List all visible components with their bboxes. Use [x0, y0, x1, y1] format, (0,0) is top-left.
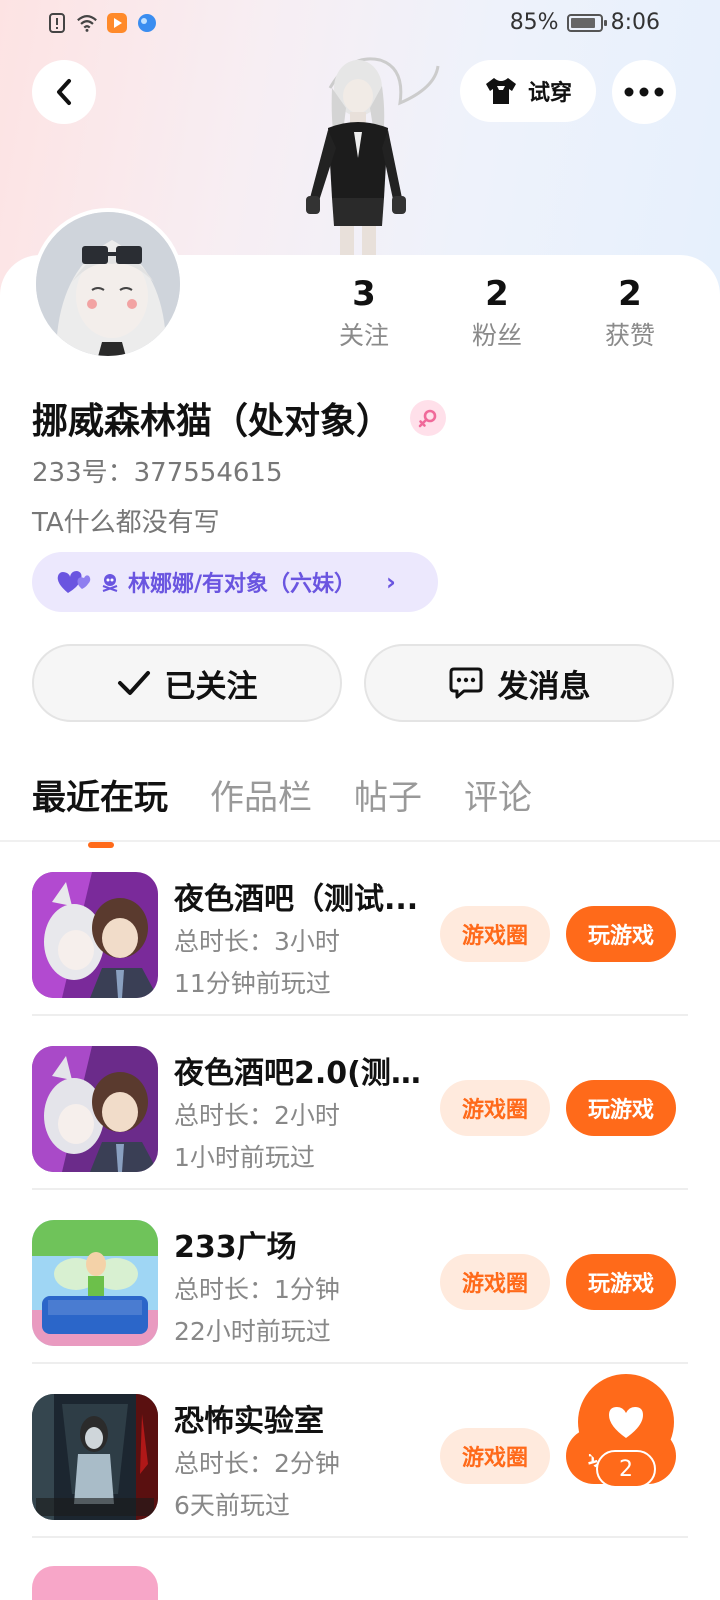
stat-fans-label: 粉丝: [471, 321, 522, 350]
profile-tabs: 最近在玩 作品栏 帖子 评论: [32, 770, 532, 848]
game-last-played: 22小时前玩过: [174, 1317, 331, 1346]
user-bio: TA什么都没有写: [32, 508, 220, 538]
clock: 8:06: [610, 10, 660, 35]
stat-following-count: 3: [352, 274, 376, 314]
play-game-button[interactable]: 玩游戏: [566, 906, 676, 962]
play-game-button[interactable]: 玩游戏: [566, 1080, 676, 1136]
username-row: 挪威森林猫（处对象）: [32, 392, 447, 444]
tab-comments[interactable]: 评论: [464, 770, 532, 826]
game-icon[interactable]: [32, 1394, 158, 1520]
username: 挪威森林猫（处对象）: [32, 401, 393, 442]
game-list-item[interactable]: 夜色酒吧（测试... 总时长：3小时 11分钟前玩过 游戏圈 玩游戏: [32, 842, 688, 1016]
skull-icon: [102, 574, 118, 592]
game-list-item[interactable]: 夜色酒吧2.0(测... 总时长：2小时 1小时前玩过 游戏圈 玩游戏: [32, 1016, 688, 1190]
chat-bubble-icon: [449, 667, 482, 699]
relationship-text: 林娜娜/有对象（六妹）: [128, 572, 357, 597]
tab-posts[interactable]: 帖子: [354, 770, 422, 826]
game-circle-button[interactable]: 游戏圈: [440, 1428, 550, 1484]
play-game-button[interactable]: 玩游戏: [566, 1254, 676, 1310]
browser-app-icon: [136, 12, 158, 34]
game-last-played: 1小时前玩过: [174, 1143, 315, 1172]
game-duration: 总时长：1分钟: [174, 1275, 340, 1304]
more-dots-icon: [624, 87, 664, 97]
game-title: 恐怖实验室: [174, 1404, 324, 1439]
following-button[interactable]: 已关注: [32, 644, 342, 722]
game-last-played: 6天前玩过: [174, 1491, 290, 1520]
game-title: 夜色酒吧2.0(测...: [174, 1056, 424, 1091]
game-duration: 总时长：2分钟: [174, 1449, 340, 1478]
send-message-button[interactable]: 发消息: [364, 644, 674, 722]
tab-recently-played[interactable]: 最近在玩: [32, 770, 168, 848]
following-label: 已关注: [164, 668, 258, 705]
chevron-left-icon: [57, 79, 71, 105]
send-message-label: 发消息: [497, 668, 591, 705]
female-gender-icon: [410, 400, 447, 436]
game-duration: 总时长：2小时: [174, 1101, 340, 1130]
stat-likes-label: 获赞: [604, 321, 655, 350]
tab-works[interactable]: 作品栏: [210, 770, 312, 826]
more-options-button[interactable]: [612, 60, 676, 124]
game-circle-button[interactable]: 游戏圈: [440, 1254, 550, 1310]
stat-fans-count: 2: [485, 274, 509, 314]
check-icon: [117, 671, 150, 695]
status-bar: 85% 8:06: [0, 0, 720, 48]
game-icon[interactable]: [32, 872, 158, 998]
video-app-icon: [106, 12, 128, 34]
try-on-label: 试穿: [527, 81, 572, 106]
game-icon[interactable]: [32, 1220, 158, 1346]
stat-likes-count: 2: [618, 274, 642, 314]
game-circle-button[interactable]: 游戏圈: [440, 906, 550, 962]
game-title: 夜色酒吧（测试...: [174, 882, 419, 917]
try-on-button[interactable]: 试穿: [460, 60, 596, 122]
stat-fans[interactable]: 2 粉丝: [447, 272, 547, 356]
character-3d-avatar[interactable]: [270, 48, 450, 258]
row-divider: [32, 1536, 688, 1538]
battery-percent: 85%: [509, 10, 559, 35]
game-title: 233广场: [174, 1230, 297, 1265]
game-list-item[interactable]: 233广场 总时长：1分钟 22小时前玩过 游戏圈 玩游戏: [32, 1190, 688, 1364]
tshirt-icon: [485, 78, 516, 104]
stat-likes[interactable]: 2 获赞: [580, 272, 680, 356]
game-last-played: 11分钟前玩过: [174, 969, 331, 998]
game-duration: 总时长：3小时: [174, 927, 340, 956]
game-circle-button[interactable]: 游戏圈: [440, 1080, 550, 1136]
heart-icon: [609, 1407, 643, 1438]
wifi-icon: [76, 12, 98, 34]
game-icon-partial: [32, 1566, 158, 1600]
alert-icon: [46, 12, 68, 34]
game-icon[interactable]: [32, 1046, 158, 1172]
relationship-badge[interactable]: 林娜娜/有对象（六妹） ›: [32, 552, 438, 612]
stat-following-label: 关注: [338, 321, 389, 350]
back-button[interactable]: [32, 60, 96, 124]
chevron-right-icon: ›: [386, 568, 396, 596]
battery-icon: [566, 13, 607, 32]
profile-avatar[interactable]: [32, 208, 184, 360]
double-heart-icon: [57, 571, 91, 593]
stat-following[interactable]: 3 关注: [314, 272, 414, 356]
battery-level-fill: [570, 17, 595, 28]
user-id: 233号：377554615: [32, 458, 283, 488]
like-count-badge: 2: [596, 1450, 656, 1488]
